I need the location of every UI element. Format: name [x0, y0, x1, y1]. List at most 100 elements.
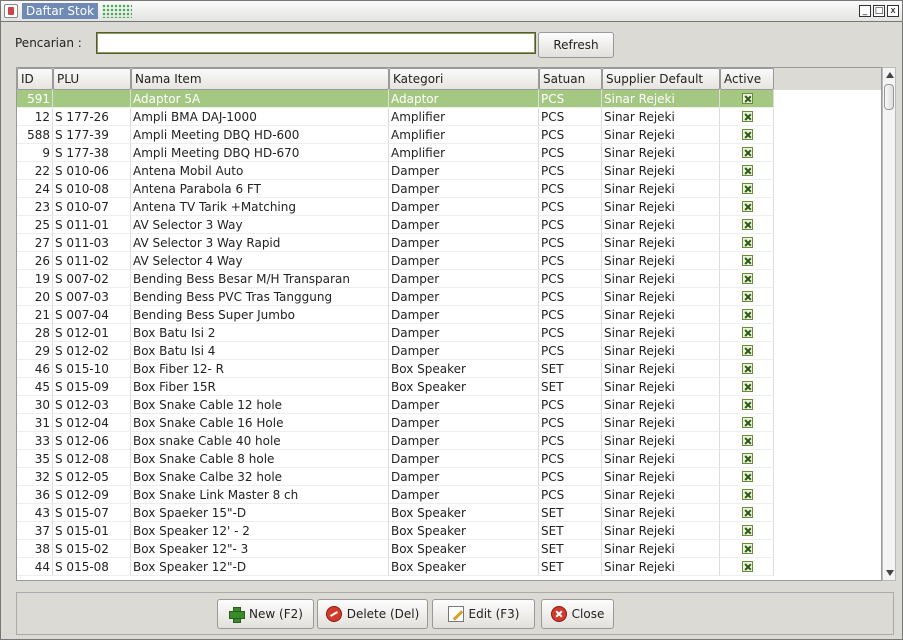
- active-checkbox-icon[interactable]: [742, 471, 753, 482]
- table-row[interactable]: 32 S 012-05 Box Snake Calbe 32 hole Damper P…: [17, 468, 881, 486]
- table-row[interactable]: 30 S 012-03 Box Snake Cable 12 hole Damper P…: [17, 396, 881, 414]
- active-checkbox-icon[interactable]: [742, 345, 753, 356]
- cell-plu: S 011-03: [53, 234, 131, 252]
- table-row[interactable]: 44 S 015-08 Box Speaker 12"-D Box Speaker SE…: [17, 558, 881, 576]
- table-row[interactable]: 43 S 015-07 Box Spaeker 15"-D Box Speaker SE…: [17, 504, 881, 522]
- active-checkbox-icon[interactable]: [742, 453, 753, 464]
- column-header-category[interactable]: Kategori: [389, 68, 539, 90]
- cell-category: Damper: [389, 198, 539, 216]
- table-row[interactable]: 35 S 012-08 Box Snake Cable 8 hole Damper PC…: [17, 450, 881, 468]
- column-header-id[interactable]: ID: [17, 68, 53, 90]
- column-header-supplier[interactable]: Supplier Default: [602, 68, 720, 90]
- cell-supplier: Sinar Rejeki: [602, 216, 720, 234]
- active-checkbox-icon[interactable]: [742, 363, 753, 374]
- active-checkbox-icon[interactable]: [742, 381, 753, 392]
- table-row[interactable]: 37 S 015-01 Box Speaker 12' - 2 Box Speaker…: [17, 522, 881, 540]
- scroll-down-icon[interactable]: [886, 570, 894, 576]
- table-row[interactable]: 38 S 015-02 Box Speaker 12"- 3 Box Speaker S…: [17, 540, 881, 558]
- active-checkbox-icon[interactable]: [742, 291, 753, 302]
- active-checkbox-icon[interactable]: [742, 525, 753, 536]
- cell-category: Damper: [389, 414, 539, 432]
- table-row[interactable]: 33 S 012-06 Box snake Cable 40 hole Damper P…: [17, 432, 881, 450]
- table-row[interactable]: 21 S 007-04 Bending Bess Super Jumbo Damper…: [17, 306, 881, 324]
- table-row[interactable]: 26 S 011-02 AV Selector 4 Way Damper PCS Sina…: [17, 252, 881, 270]
- column-header-plu[interactable]: PLU: [53, 68, 131, 90]
- table-row[interactable]: 28 S 012-01 Box Batu Isi 2 Damper PCS Sinar R…: [17, 324, 881, 342]
- vertical-scrollbar[interactable]: [882, 67, 896, 581]
- new-button[interactable]: New (F2): [217, 599, 314, 629]
- cell-id: 46: [17, 360, 53, 378]
- cell-plu: S 015-10: [53, 360, 131, 378]
- table-row[interactable]: 29 S 012-02 Box Batu Isi 4 Damper PCS Sinar R…: [17, 342, 881, 360]
- cell-category: Damper: [389, 468, 539, 486]
- refresh-button[interactable]: Refresh: [538, 32, 614, 58]
- active-checkbox-icon[interactable]: [742, 183, 753, 194]
- table-row[interactable]: 25 S 011-01 AV Selector 3 Way Damper PCS Sina…: [17, 216, 881, 234]
- table-row[interactable]: 19 S 007-02 Bending Bess Besar M/H Transpa…: [17, 270, 881, 288]
- active-checkbox-icon[interactable]: [742, 201, 753, 212]
- cell-supplier: Sinar Rejeki: [602, 162, 720, 180]
- column-header-active[interactable]: Active: [720, 68, 774, 90]
- close-button[interactable]: Close: [541, 599, 614, 629]
- cell-plu: S 007-02: [53, 270, 131, 288]
- row-filler: [774, 342, 881, 360]
- active-checkbox-icon[interactable]: [742, 489, 753, 500]
- minimize-button[interactable]: _: [859, 5, 871, 17]
- table-row[interactable]: 22 S 010-06 Antena Mobil Auto Damper PCS Sina…: [17, 162, 881, 180]
- cell-unit: PCS: [539, 432, 602, 450]
- window-content: Pencarian : Refresh ID PLU Nama Item Kat…: [0, 22, 903, 640]
- table-row[interactable]: 20 S 007-03 Bending Bess PVC Tras Tanggung…: [17, 288, 881, 306]
- active-checkbox-icon[interactable]: [742, 237, 753, 248]
- table-row[interactable]: 27 S 011-03 AV Selector 3 Way Rapid Damper P…: [17, 234, 881, 252]
- active-checkbox-icon[interactable]: [742, 399, 753, 410]
- active-checkbox-icon[interactable]: [742, 273, 753, 284]
- table-row[interactable]: 31 S 012-04 Box Snake Cable 16 Hole Damper P…: [17, 414, 881, 432]
- cell-name: Box Snake Cable 8 hole: [131, 450, 389, 468]
- cell-supplier: Sinar Rejeki: [602, 180, 720, 198]
- search-input[interactable]: [96, 32, 536, 54]
- cell-id: 43: [17, 504, 53, 522]
- active-checkbox-icon[interactable]: [742, 147, 753, 158]
- active-checkbox-icon[interactable]: [742, 561, 753, 572]
- close-window-button[interactable]: x: [887, 5, 899, 17]
- active-checkbox-icon[interactable]: [742, 255, 753, 266]
- active-checkbox-icon[interactable]: [742, 219, 753, 230]
- table-row[interactable]: 36 S 012-09 Box Snake Link Master 8 ch Damp…: [17, 486, 881, 504]
- table-row[interactable]: 46 S 015-10 Box Fiber 12- R Box Speaker SET S…: [17, 360, 881, 378]
- scroll-up-icon[interactable]: [886, 72, 894, 78]
- active-checkbox-icon[interactable]: [742, 435, 753, 446]
- cell-supplier: Sinar Rejeki: [602, 288, 720, 306]
- table-header: ID PLU Nama Item Kategori Satuan Supplie…: [17, 68, 881, 90]
- table-row[interactable]: 23 S 010-07 Antena TV Tarik +Matching Dampe…: [17, 198, 881, 216]
- cell-plu: S 012-06: [53, 432, 131, 450]
- table-row[interactable]: 588 S 177-39 Ampli Meeting DBQ HD-600 Ampli…: [17, 126, 881, 144]
- stock-table[interactable]: ID PLU Nama Item Kategori Satuan Supplie…: [16, 67, 882, 581]
- cell-id: 45: [17, 378, 53, 396]
- cell-category: Damper: [389, 486, 539, 504]
- table-row[interactable]: 9S 177-38 Ampli Meeting DBQ HD-670 Amplifi…: [17, 144, 881, 162]
- active-checkbox-icon[interactable]: [742, 111, 753, 122]
- cell-active: [720, 468, 774, 486]
- active-checkbox-icon[interactable]: [742, 543, 753, 554]
- active-checkbox-icon[interactable]: [742, 507, 753, 518]
- maximize-button[interactable]: □: [873, 5, 885, 17]
- delete-button[interactable]: Delete (Del): [317, 599, 428, 629]
- table-row[interactable]: 12 S 177-26 Ampli BMA DAJ-1000 Amplifier PCS…: [17, 108, 881, 126]
- cell-supplier: Sinar Rejeki: [602, 558, 720, 576]
- column-header-unit[interactable]: Satuan: [539, 68, 602, 90]
- scroll-thumb[interactable]: [884, 84, 894, 110]
- active-checkbox-icon[interactable]: [742, 327, 753, 338]
- cell-unit: PCS: [539, 90, 602, 108]
- edit-button[interactable]: Edit (F3): [432, 599, 535, 629]
- active-checkbox-icon[interactable]: [742, 417, 753, 428]
- table-row[interactable]: 591 Adaptor 5A Adaptor PCS Sinar Rejeki: [17, 90, 881, 108]
- cell-active: [720, 162, 774, 180]
- table-row[interactable]: 45 S 015-09 Box Fiber 15R Box Speaker SET Sin…: [17, 378, 881, 396]
- active-checkbox-icon[interactable]: [742, 165, 753, 176]
- active-checkbox-icon[interactable]: [742, 129, 753, 140]
- column-header-name[interactable]: Nama Item: [131, 68, 389, 90]
- active-checkbox-icon[interactable]: [742, 309, 753, 320]
- active-checkbox-icon[interactable]: [742, 93, 753, 104]
- cell-plu: S 010-08: [53, 180, 131, 198]
- table-row[interactable]: 24 S 010-08 Antena Parabola 6 FT Damper PCS S…: [17, 180, 881, 198]
